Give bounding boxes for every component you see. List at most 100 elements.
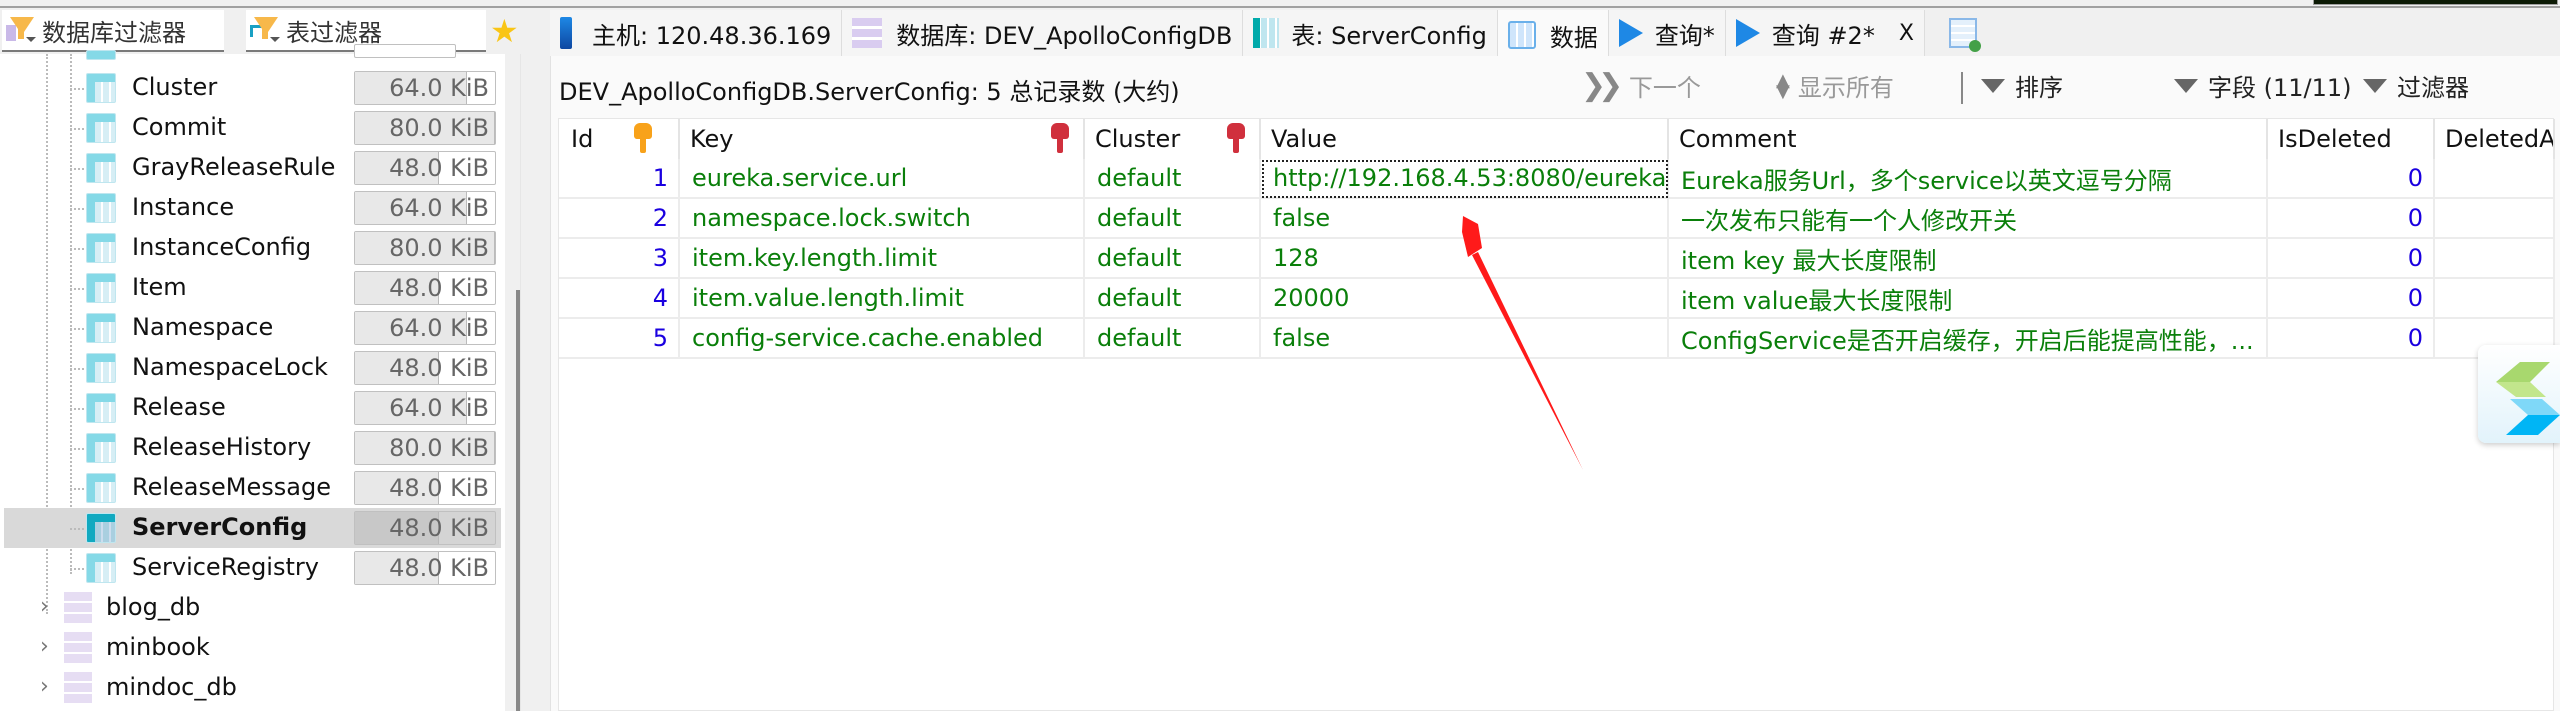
tab-query-1[interactable]: 查询* [1608,10,1726,56]
tree-item-table[interactable]: ReleaseMessage 48.0 KiB [0,468,505,508]
cell-cluster[interactable]: default [1085,319,1261,359]
show-all-label: 显示所有 [1797,74,1894,102]
cell-is_deleted[interactable]: 0 [2268,319,2435,359]
table-row[interactable]: 3 item.key.length.limit default 128 item key… [559,239,2555,279]
cell-cluster[interactable]: default [1085,279,1261,319]
tree-item-table[interactable]: ReleaseHistory 80.0 KiB [0,428,505,468]
table-row[interactable]: 5 config-service.cache.enabled default fals… [559,319,2555,359]
next-button[interactable]: ❯❯ 下一个 [1581,68,1701,103]
table-row[interactable]: 2 namespace.lock.switch default false 一次发布只能… [559,199,2555,239]
cell-id[interactable]: 4 [559,279,680,319]
cell-value[interactable]: http://192.168.4.53:8080/eureka/ [1261,159,1669,199]
chevron-right-icon[interactable]: › [40,674,49,699]
fields-button[interactable]: 字段 (11/11) [2174,68,2352,103]
close-icon[interactable]: X [1899,21,1914,46]
column-header-value[interactable]: Value [1261,119,1669,159]
cell-comment[interactable]: item key 最大长度限制 [1669,239,2268,279]
new-query-button[interactable] [1925,10,1987,56]
cell-value[interactable]: 20000 [1261,279,1669,319]
cell-key[interactable]: item.key.length.limit [680,239,1085,279]
cell-is_deleted[interactable]: 0 [2268,199,2435,239]
tab-database[interactable]: 数据库: DEV_ApolloConfigDB [842,10,1244,56]
table-icon [86,73,116,103]
column-header-isdeleted[interactable]: IsDeleted [2268,119,2435,159]
column-header-label: Cluster [1095,125,1181,153]
tree-item-table[interactable]: ServerConfig 48.0 KiB [4,508,501,548]
top-right-panel [2313,0,2558,5]
tree-item-table[interactable]: Cluster 64.0 KiB [0,68,505,108]
tab-host[interactable]: 主机: 120.48.36.169 [550,10,843,56]
column-header-label: Key [690,125,734,153]
tree-item-table[interactable]: InstanceConfig 80.0 KiB [0,228,505,268]
cell-cluster[interactable]: default [1085,199,1261,239]
show-all-button[interactable]: ▲ ▼ 显示所有 [1776,68,1894,103]
data-grid[interactable]: Id Key Cluster Value Comment IsDeleted Deleted… [558,118,2555,711]
filter-button[interactable]: 过滤器 [2363,68,2469,103]
grid-icon [1507,21,1536,49]
cell-is_deleted[interactable]: 0 [2268,239,2435,279]
tree-item-database[interactable]: › minbook [0,628,505,668]
tree-item-table[interactable]: Commit 80.0 KiB [0,108,505,148]
tree-connector [70,88,84,90]
cell-comment[interactable]: 一次发布只能有一个人修改开关 [1669,199,2268,239]
tree-item-table[interactable]: GrayReleaseRule 48.0 KiB [0,148,505,188]
tree-item-table[interactable]: Item 48.0 KiB [0,268,505,308]
column-header-label: DeletedA [2445,125,2555,153]
sort-button[interactable]: 排序 [1981,68,2063,103]
tree-item-table[interactable]: Namespace 64.0 KiB [0,308,505,348]
cell-id[interactable]: 3 [559,239,680,279]
column-header-key[interactable]: Key [680,119,1085,159]
size-bar [354,44,456,58]
cell-id[interactable]: 1 [559,159,680,199]
cell-comment[interactable]: Eureka服务Url，多个service以英文逗号分隔 [1669,159,2268,199]
column-header-comment[interactable]: Comment [1669,119,2268,159]
table-row[interactable]: 4 item.value.length.limit default 20000 item… [559,279,2555,319]
table-name: Cluster [132,73,218,101]
cell-value[interactable]: false [1261,199,1669,239]
column-header-id[interactable]: Id [559,119,680,159]
cell-is_deleted[interactable]: 0 [2268,159,2435,199]
cell-key[interactable]: namespace.lock.switch [680,199,1085,239]
pane-splitter[interactable] [520,54,542,711]
cell-key[interactable]: eureka.service.url [680,159,1085,199]
table-icon [1253,18,1280,48]
cell-cluster[interactable]: default [1085,159,1261,199]
cell-deleted-at[interactable] [2435,279,2555,319]
cell-deleted-at[interactable] [2435,239,2555,279]
column-header-cluster[interactable]: Cluster [1085,119,1261,159]
size-bar: 48.0 KiB [354,551,496,585]
tree-item-table[interactable]: Instance 64.0 KiB [0,188,505,228]
table-icon [86,193,116,223]
tab-query-2[interactable]: 查询 #2* X [1725,10,1925,56]
table-name: Commit [132,113,227,141]
tree-connector [70,408,84,410]
cell-id[interactable]: 2 [559,199,680,239]
table-row[interactable]: 1 eureka.service.url default http://192.168… [559,159,2555,199]
table-name: Namespace [132,313,274,341]
tab-data[interactable]: 数据 [1497,10,1609,60]
cell-deleted-at[interactable] [2435,199,2555,239]
column-header-deleteda[interactable]: DeletedA [2435,119,2555,159]
cell-key[interactable]: config-service.cache.enabled [680,319,1085,359]
cell-comment[interactable]: item value最大长度限制 [1669,279,2268,319]
cell-comment[interactable]: ConfigService是否开启缓存，开启后能提高性能，... [1669,319,2268,359]
tree-item-table[interactable]: Release 64.0 KiB [0,388,505,428]
floating-assistant-button[interactable] [2478,345,2560,443]
cell-key[interactable]: item.value.length.limit [680,279,1085,319]
tree-item-database[interactable]: › mindoc_db [0,668,505,708]
tree-item-table[interactable]: ServiceRegistry 48.0 KiB [0,548,505,588]
cell-value[interactable]: 128 [1261,239,1669,279]
table-size: 48.0 KiB [389,554,489,582]
cell-is_deleted[interactable]: 0 [2268,279,2435,319]
chevron-right-icon[interactable]: › [40,594,49,619]
tree-item-table[interactable]: NamespaceLock 48.0 KiB [0,348,505,388]
tree-connector [70,208,84,210]
chevron-right-icon[interactable]: › [40,634,49,659]
tab-table[interactable]: 表: ServerConfig [1243,10,1498,56]
cell-id[interactable]: 5 [559,319,680,359]
tree-item-database[interactable]: › blog_db [0,588,505,628]
cell-deleted-at[interactable] [2435,159,2555,199]
cell-value[interactable]: false [1261,319,1669,359]
play-icon [1735,19,1760,47]
cell-cluster[interactable]: default [1085,239,1261,279]
